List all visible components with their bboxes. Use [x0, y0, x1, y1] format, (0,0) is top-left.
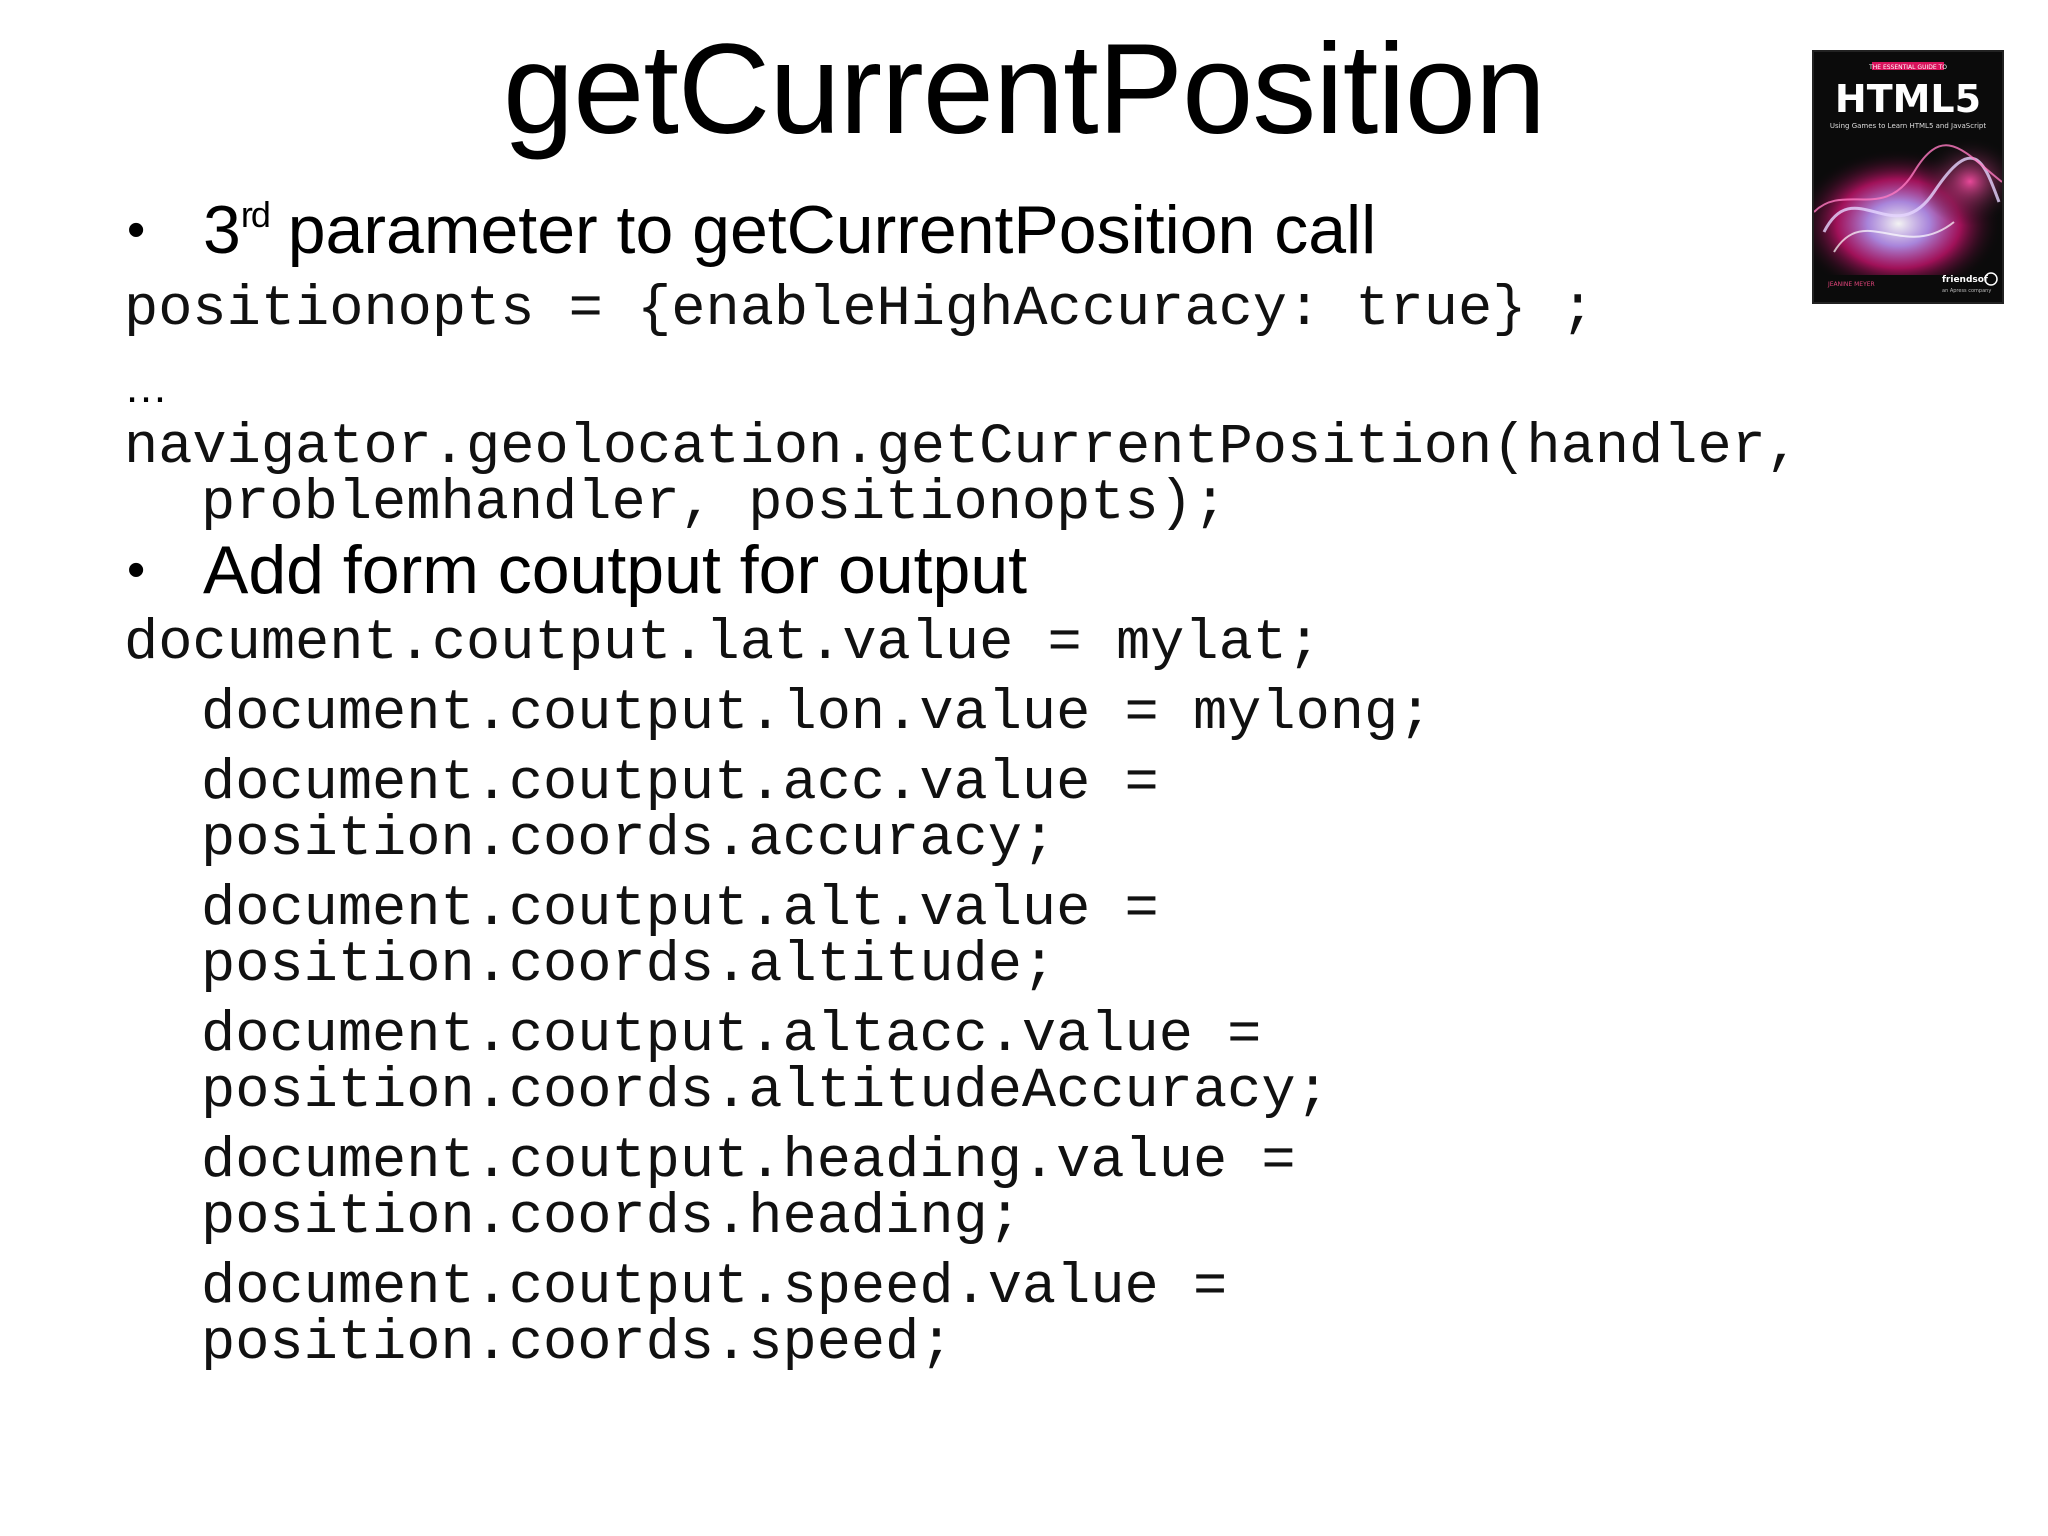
code-heading: document.coutput.heading.value =: [201, 1130, 1296, 1194]
code-getcurrentposition-args: problemhandler, positionopts);: [201, 472, 1228, 536]
code-lat: document.coutput.lat.value = mylat;: [124, 612, 1322, 676]
bullet-dot: •: [127, 201, 146, 259]
code-getcurrentposition-call: navigator.geolocation.getCurrentPosition…: [124, 416, 1801, 480]
code-speed: document.coutput.speed.value =: [201, 1256, 1228, 1320]
book-cover-image: THE ESSENTIAL GUIDE TO HTML5 Using Games…: [1812, 50, 2004, 304]
book-author: JEANINE MEYER: [1827, 281, 1875, 288]
book-banner: THE ESSENTIAL GUIDE TO: [1868, 64, 1947, 71]
code-acc-value: position.coords.accuracy;: [201, 808, 1057, 872]
slide-title: getCurrentPosition: [502, 18, 1546, 161]
code-alt: document.coutput.alt.value =: [201, 878, 1159, 942]
book-subtitle: Using Games to Learn HTML5 and JavaScrip…: [1830, 122, 1986, 130]
code-heading-value: position.coords.heading;: [201, 1186, 1022, 1250]
code-acc: document.coutput.acc.value =: [201, 752, 1159, 816]
code-lon: document.coutput.lon.value = mylong;: [201, 682, 1433, 746]
code-alt-value: position.coords.altitude;: [201, 934, 1057, 998]
book-tagline: an Apress company: [1942, 288, 1991, 294]
bullet-third-parameter: • 3rd parameter to getCurrentPosition cal…: [127, 192, 1377, 268]
code-altacc: document.coutput.altacc.value =: [201, 1004, 1262, 1068]
bullet-add-form: • Add form coutput for output: [127, 532, 1028, 608]
code-altacc-value: position.coords.altitudeAccuracy;: [201, 1060, 1330, 1124]
code-positionopts: positionopts = {enableHighAccuracy: true…: [124, 278, 1595, 342]
code-speed-value: position.coords.speed;: [201, 1312, 954, 1376]
book-publisher: friendsof: [1942, 275, 1988, 285]
bullet-dot: •: [127, 541, 146, 599]
book-title: HTML5: [1835, 77, 1981, 121]
book-cover-art: THE ESSENTIAL GUIDE TO HTML5 Using Games…: [1813, 52, 2003, 302]
code-ellipsis: …: [124, 363, 168, 412]
slide: getCurrentPosition THE ESSENTIAL GUIDE T…: [0, 0, 2048, 1536]
